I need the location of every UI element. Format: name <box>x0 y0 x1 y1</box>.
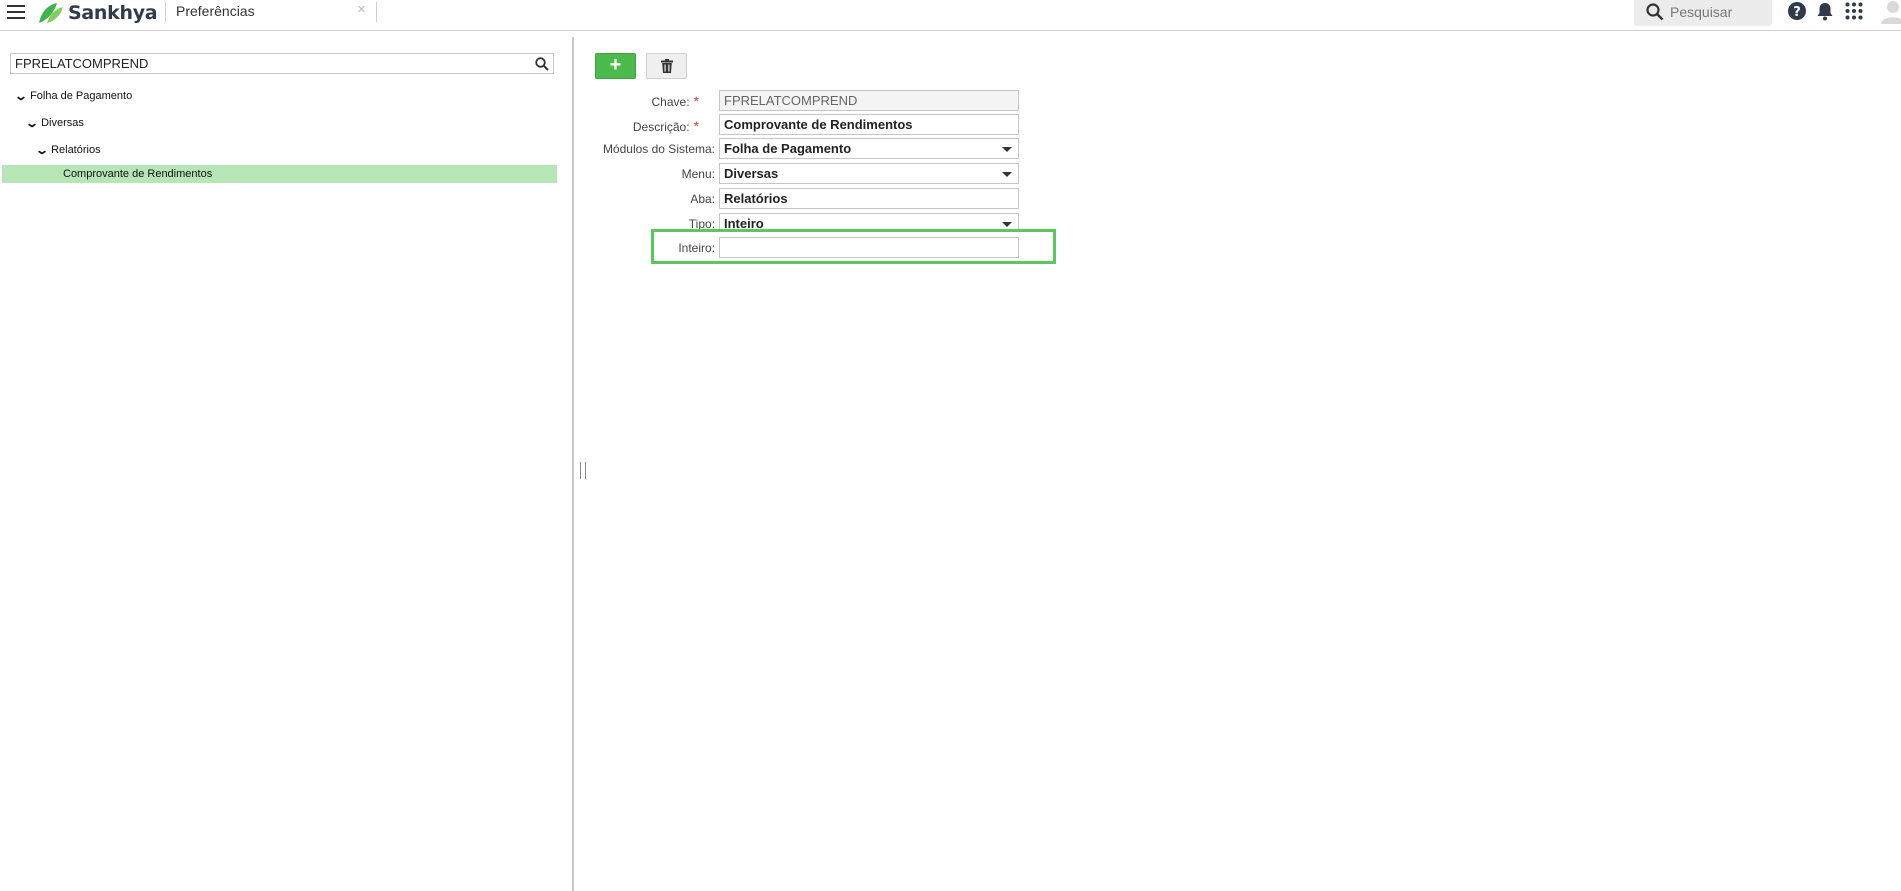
label-text: Descrição: <box>632 120 690 134</box>
search-icon[interactable] <box>535 57 549 71</box>
required-mark: * <box>693 93 699 109</box>
caret-down-icon[interactable] <box>1002 147 1012 152</box>
tree-node-label: Comprovante de Rendimentos <box>63 168 213 180</box>
global-search[interactable]: Pesquisar <box>1634 0 1772 26</box>
menu-icon[interactable] <box>7 5 25 19</box>
label-text: Chave: <box>651 95 690 109</box>
divider <box>376 2 377 22</box>
divider <box>165 2 166 22</box>
menu-select[interactable]: Diversas <box>719 163 1019 184</box>
menu-value: Diversas <box>724 166 779 181</box>
tab-preferencias[interactable]: Preferências <box>176 3 255 19</box>
search-placeholder: Pesquisar <box>1670 4 1733 20</box>
field-label-descricao: Descrição: * <box>519 118 699 134</box>
add-button[interactable]: + <box>595 53 636 79</box>
descricao-field[interactable]: Comprovante de Rendimentos <box>719 114 1019 135</box>
top-bar: Sankhya Preferências × Pesquisar ? <box>0 0 1901 31</box>
tree-node-folha-de-pagamento[interactable]: ⌄ Folha de Pagamento <box>14 89 133 103</box>
splitter-grip-handle[interactable] <box>580 462 586 479</box>
tree-node-label: Diversas <box>41 117 84 129</box>
descricao-value: Comprovante de Rendimentos <box>724 117 913 132</box>
highlight-annotation <box>651 229 1056 264</box>
aba-field[interactable]: Relatórios <box>719 188 1019 209</box>
tree-node-label: Relatórios <box>51 144 101 156</box>
chevron-down-icon[interactable]: ⌄ <box>14 89 28 103</box>
apps-grid-icon[interactable] <box>1845 2 1863 20</box>
tree-node-diversas[interactable]: ⌄ Diversas <box>25 116 84 130</box>
required-mark: * <box>693 118 699 134</box>
chevron-down-icon[interactable]: ⌄ <box>35 143 49 157</box>
sankhya-leaf-icon <box>39 3 63 23</box>
delete-button[interactable] <box>646 53 687 79</box>
tree-filter-value: FPRELATCOMPREND <box>15 56 149 71</box>
tree-node-relatorios[interactable]: ⌄ Relatórios <box>35 143 101 157</box>
field-label-aba: Aba: <box>690 192 715 206</box>
chevron-down-icon[interactable]: ⌄ <box>25 116 39 130</box>
chave-value: FPRELATCOMPREND <box>724 93 858 108</box>
help-icon[interactable]: ? <box>1787 1 1807 21</box>
field-label-chave: Chave: * <box>519 93 699 109</box>
bell-icon[interactable] <box>1816 1 1834 21</box>
tree-panel: FPRELATCOMPREND ⌄ Folha de Pagamento ⌄ D… <box>0 31 572 891</box>
svg-text:?: ? <box>1793 5 1801 20</box>
caret-down-icon[interactable] <box>1002 172 1012 177</box>
modulos-select[interactable]: Folha de Pagamento <box>719 138 1019 159</box>
panel-splitter[interactable] <box>572 37 574 891</box>
brand-logo[interactable]: Sankhya <box>35 0 158 26</box>
tree-node-label: Folha de Pagamento <box>30 90 133 102</box>
brand-name: Sankhya <box>68 2 158 24</box>
field-label-modulos: Módulos do Sistema: <box>602 142 715 156</box>
tab-close-icon[interactable]: × <box>357 1 366 18</box>
search-icon <box>1646 3 1664 21</box>
tree-node-comprovante-de-rendimentos[interactable]: Comprovante de Rendimentos <box>2 165 557 183</box>
caret-down-icon[interactable] <box>1002 222 1012 227</box>
trash-icon <box>661 59 673 73</box>
tree-filter-input[interactable]: FPRELATCOMPREND <box>10 53 554 74</box>
user-avatar[interactable] <box>1880 0 1901 24</box>
field-label-menu: Menu: <box>681 167 715 181</box>
chave-field[interactable]: FPRELATCOMPREND <box>719 90 1019 111</box>
aba-value: Relatórios <box>724 191 788 206</box>
modulos-value: Folha de Pagamento <box>724 141 852 156</box>
